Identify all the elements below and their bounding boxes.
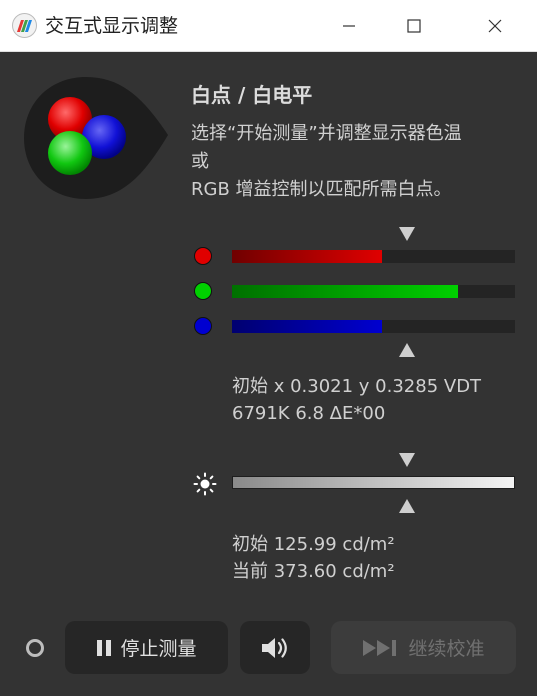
stop-measurement-label: 停止测量 [120, 638, 197, 660]
continue-calibration-label: 继续校准 [408, 638, 485, 660]
rgb-target-marker-bottom [399, 343, 415, 357]
red-gain-fill [232, 250, 382, 263]
green-channel-dot [194, 282, 212, 300]
rgb-target-marker-top [399, 227, 415, 241]
instructions-text: 选择“开始测量”并调整显示器色温 或 RGB 增益控制以匹配所需白点。 [191, 120, 511, 204]
instructions-line: RGB 增益控制以匹配所需白点。 [191, 179, 452, 200]
title-bar[interactable]: 交互式显示调整 [0, 0, 537, 52]
skip-forward-icon [362, 639, 400, 657]
brightness-sun-icon [193, 472, 217, 496]
section-heading: 白点 / 白电平 [191, 83, 313, 107]
red-channel-dot [194, 247, 212, 265]
luminance-readout: 初始 125.99 cd/m² 当前 373.60 cd/m² [232, 531, 395, 585]
readout-line: 当前 373.60 cd/m² [232, 561, 395, 582]
maximize-icon [407, 18, 421, 33]
close-button[interactable] [472, 0, 518, 51]
red-gain-bar [232, 250, 515, 263]
green-gain-fill [232, 285, 459, 298]
sound-toggle-button[interactable] [240, 621, 310, 674]
continue-calibration-button[interactable]: 继续校准 [331, 621, 516, 674]
green-gain-bar [232, 285, 515, 298]
blue-channel-dot [194, 317, 212, 335]
status-indicator-icon [26, 639, 44, 657]
luminance-bar [232, 476, 515, 489]
close-icon [488, 19, 502, 32]
pause-icon [96, 639, 112, 657]
minimize-icon [343, 24, 355, 27]
white-point-readout: 初始 x 0.3021 y 0.3285 VDT 6791K 6.8 ΔE*00 [232, 373, 481, 427]
readout-line: 初始 x 0.3021 y 0.3285 VDT [232, 376, 482, 397]
window-title: 交互式显示调整 [45, 15, 179, 37]
stop-measurement-button[interactable]: 停止测量 [65, 621, 228, 674]
readout-line: 初始 125.99 cd/m² [232, 534, 395, 555]
luminance-target-marker-top [399, 453, 415, 467]
minimize-button[interactable] [326, 0, 372, 51]
instructions-line: 选择“开始测量”并调整显示器色温 [191, 123, 462, 144]
blue-gain-bar [232, 320, 515, 333]
readout-line: 6791K 6.8 ΔE*00 [232, 403, 386, 424]
maximize-button[interactable] [391, 0, 437, 51]
rgb-circles-logo-icon [24, 77, 168, 199]
blue-gain-fill [232, 320, 382, 333]
luminance-target-marker-bottom [399, 499, 415, 513]
interactive-display-adjustment-window: 交互式显示调整 白点 / 白电平 选择“开始测量”并调整显示器色温 或 RGB … [0, 0, 537, 696]
speaker-icon [262, 637, 287, 658]
instructions-line: 或 [191, 151, 209, 172]
app-logo-icon [12, 13, 37, 38]
